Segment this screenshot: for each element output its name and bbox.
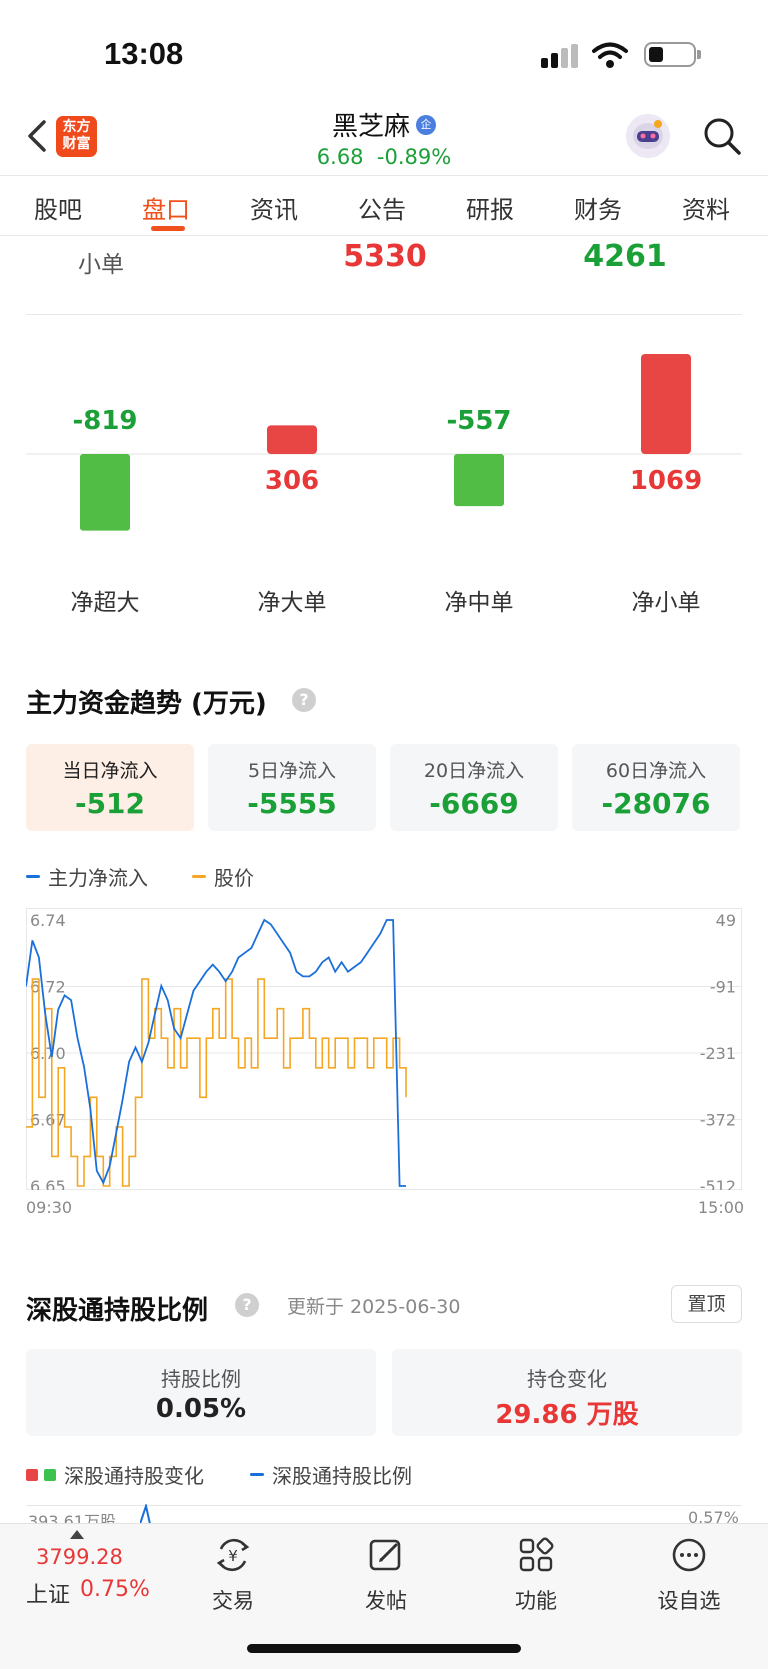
net-flow-bar [80,454,130,531]
y-right-tick: -231 [700,1044,736,1063]
tab-research[interactable]: 研报 [440,190,540,225]
card-20day-net-inflow[interactable]: 20日净流入 -6669 [390,744,558,831]
cellular-signal-icon [541,44,581,68]
card-60day-net-inflow[interactable]: 60日净流入 -28076 [572,744,740,831]
tab-announcements[interactable]: 公告 [332,190,432,225]
home-indicator [247,1644,521,1653]
wifi-icon [592,42,628,68]
hk-holding-title: 深股通持股比例 [26,1296,209,1326]
battery-icon [644,42,696,67]
stock-change: -0.89% [376,145,452,169]
trade-icon: ¥ [216,1538,250,1572]
active-tab-indicator [151,226,185,231]
tab-finance[interactable]: 财务 [548,190,648,225]
nav-trade[interactable]: ¥ 交易 [178,1535,288,1615]
enterprise-badge-icon: 企 [416,114,436,135]
y-left-tick: 6.65 [30,1177,66,1190]
tab-profile[interactable]: 资料 [656,190,756,225]
small-order-outflow: 4261 [583,239,667,274]
net-flow-bar [641,354,691,454]
tabs-divider [0,235,768,236]
net-flow-category-label: 净小单 [631,590,701,616]
battery-tip [697,50,701,59]
assistant-avatar-icon[interactable] [626,114,670,158]
net-flow-bar [454,454,504,507]
net-flow-bar-value: 306 [264,466,320,496]
more-icon [672,1538,706,1572]
help-icon[interactable]: ? [235,1293,259,1317]
main-trend-title: 主力资金趋势 (万元) [26,689,267,719]
nav-functions[interactable]: 功能 [481,1535,591,1615]
index-value[interactable]: 3799.28 [36,1545,123,1569]
y-right-tick: -372 [700,1111,736,1130]
index-name[interactable]: 上证 [26,1577,70,1609]
svg-text:¥: ¥ [228,1547,238,1565]
legend-holding-ratio: 深股通持股比例 [250,1460,412,1489]
position-change-card: 持仓变化 29.86 万股 [392,1349,742,1436]
price-series-line [26,978,407,1187]
apps-icon [519,1537,554,1572]
help-icon[interactable]: ? [292,688,316,712]
nav-post[interactable]: 发帖 [331,1535,441,1615]
y-left-tick: 6.70 [30,1044,66,1063]
chart-frame [26,908,742,1190]
y-right-tick: -91 [710,978,736,997]
update-date: 更新于 2025-06-30 [287,1296,461,1318]
net-flow-bar-chart [26,354,742,531]
net-flow-bar-value: 1069 [629,466,703,496]
card-5day-net-inflow[interactable]: 5日净流入 -5555 [208,744,376,831]
net-flow-category-label: 净中单 [444,590,514,616]
nav-add-watchlist[interactable]: 设自选 [634,1535,744,1615]
y-left-tick: 6.72 [30,978,66,997]
hk-chart-top-grid [26,1505,742,1506]
search-icon[interactable] [702,116,742,156]
tab-pankou[interactable]: 盘口 [116,190,216,225]
legend-holding-change: 深股通持股变化 [26,1460,204,1489]
legend-price: 股价 [192,862,254,891]
net-flow-category-label: 净超大 [70,590,140,616]
index-up-arrow-icon [70,1530,84,1539]
header-divider [0,175,768,176]
y-left-tick: 6.74 [30,911,66,930]
hold-ratio-card: 持股比例 0.05% [26,1349,376,1436]
net-flow-bar-value: -819 [72,406,138,436]
row-divider [26,314,742,315]
net-flow-category-label: 净大单 [257,590,327,616]
stock-price: 6.68 [316,145,364,169]
x-axis-end: 15:00 [698,1198,745,1217]
legend-main-inflow: 主力净流入 [26,862,148,891]
pin-top-button[interactable]: 置顶 [671,1285,742,1323]
y-right-tick: 49 [716,911,736,930]
main-trend-line-chart: 6.74 49 6.72 -91 6.70 -231 6.67 -372 6.65 -512 [26,908,742,1190]
tab-news[interactable]: 资讯 [224,190,324,225]
x-axis-start: 09:30 [26,1198,73,1217]
small-order-inflow: 5330 [343,239,427,274]
net-flow-bar-value: -557 [446,406,512,436]
card-today-net-inflow[interactable]: 当日净流入 -512 [26,744,194,831]
index-change[interactable]: 0.75% [80,1577,150,1602]
net-flow-bar [267,425,317,454]
small-order-label: 小单 [78,252,124,278]
tab-guba[interactable]: 股吧 [8,190,108,225]
y-right-tick: -512 [700,1177,736,1190]
compose-icon [369,1539,401,1571]
status-time: 13:08 [104,36,184,71]
y-left-tick: 6.67 [30,1111,66,1130]
